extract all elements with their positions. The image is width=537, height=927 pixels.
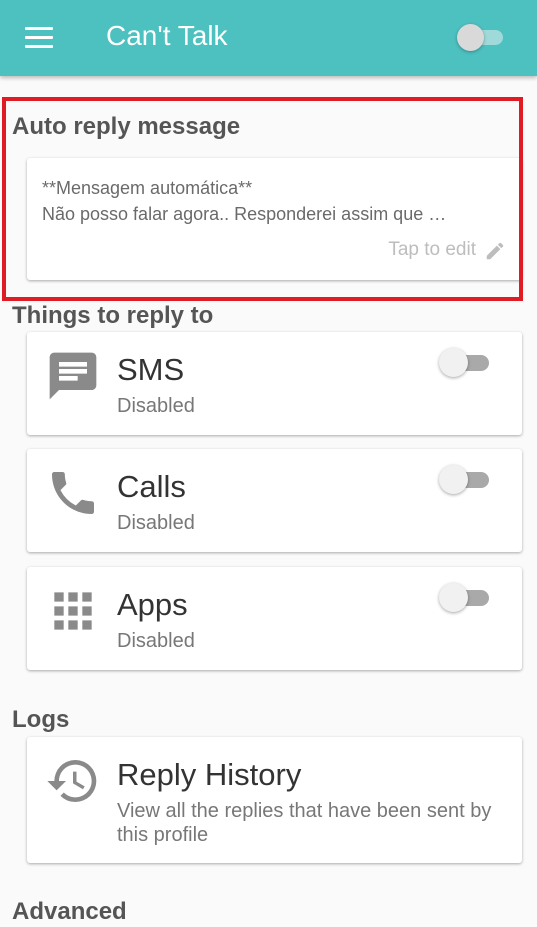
calls-toggle-switch[interactable] [439,462,495,496]
message-icon [49,352,97,400]
app-bar: Can't Talk [0,0,537,76]
tap-to-edit-label: Tap to edit [388,239,476,260]
hamburger-menu-icon [25,27,53,30]
app-title: Can't Talk [106,20,228,51]
menu-button[interactable] [22,22,56,52]
auto-reply-message-line1: **Mensagem automática** [42,178,253,198]
sms-toggle-switch[interactable] [439,345,495,379]
history-icon [47,760,97,802]
auto-reply-section-title: Auto reply message [12,113,241,140]
sms-card[interactable]: SMS Disabled [27,332,522,435]
apps-title: Apps [117,587,188,622]
reply-history-description-line2: this profile [117,824,209,846]
calls-card[interactable]: Calls Disabled [27,449,522,552]
advanced-section-title: Advanced [12,898,127,925]
sms-status: Disabled [117,395,195,417]
apps-card[interactable]: Apps Disabled [27,567,522,670]
reply-history-title: Reply History [117,757,302,792]
sms-title: SMS [117,352,185,387]
pencil-icon[interactable] [484,240,506,262]
reply-history-card[interactable]: Reply History View all the replies that … [27,737,522,863]
apps-status: Disabled [117,630,195,652]
auto-reply-card[interactable]: **Mensagem automática** Não posso falar … [27,158,522,280]
profile-toggle-switch[interactable] [457,22,507,52]
auto-reply-message-line2: Não posso falar agora.. Responderei assi… [42,204,447,224]
logs-section-title: Logs [12,706,70,733]
apps-grid-icon [54,592,92,630]
calls-status: Disabled [117,512,195,534]
calls-title: Calls [117,469,186,504]
apps-toggle-switch[interactable] [439,580,495,614]
phone-icon [52,472,94,514]
reply-history-description-line1: View all the replies that have been sent… [117,800,492,822]
things-to-reply-section-title: Things to reply to [12,302,214,329]
